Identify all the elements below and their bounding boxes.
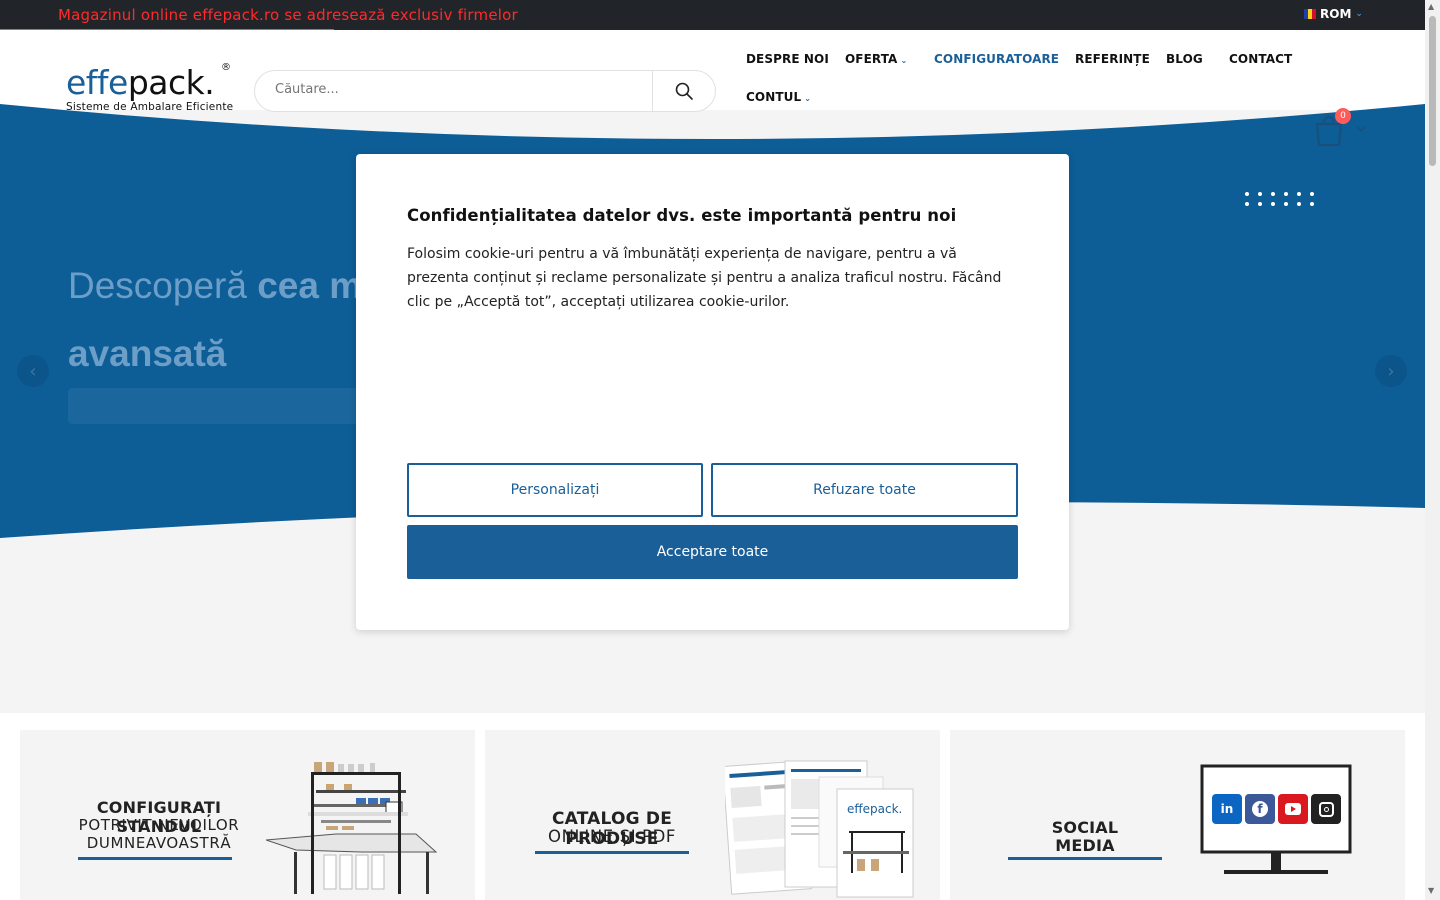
language-label: ROM [1320, 7, 1352, 21]
page-scrollbar[interactable]: ▲ ▼ [1425, 0, 1440, 900]
youtube-icon[interactable] [1278, 794, 1308, 824]
search-icon [675, 82, 693, 100]
scroll-down-arrow-icon[interactable]: ▼ [1428, 886, 1434, 895]
nav-item-oferta[interactable]: OFERTA ⌄ [845, 52, 907, 66]
social-card-title: SOCIAL [1051, 818, 1119, 837]
scrollbar-thumb[interactable] [1429, 16, 1436, 166]
instagram-icon[interactable] [1311, 794, 1341, 824]
arrow-right-icon: › [1387, 360, 1395, 382]
facebook-icon[interactable]: f [1245, 794, 1275, 824]
slider-prev-button[interactable]: ‹ [17, 355, 49, 387]
catalog-card[interactable]: CATALOG DE PRODUSE ONLINE ȘI PDF effepac… [485, 730, 940, 900]
cookie-consent-dialog: Confidențialitatea datelor dvs. este imp… [356, 154, 1069, 630]
configurator-card[interactable]: CONFIGURAȚI STANDUL POTRIVIT NEVOILOR DU… [20, 730, 475, 900]
nav-item-configuratoare[interactable]: CONFIGURATOARE [934, 52, 1059, 66]
nav-item-contul[interactable]: CONTUL ⌄ [746, 90, 811, 104]
accept-all-cookies-button[interactable]: Acceptare toate [407, 525, 1018, 579]
announcement-text: Magazinul online effepack.ro se adreseaz… [58, 6, 518, 24]
nav-item-despre-noi[interactable]: DESPRE NOI [746, 52, 829, 66]
customize-cookies-button[interactable]: Personalizați [407, 463, 703, 517]
logo-tagline: Sisteme de Ambalare Eficiente [66, 101, 234, 113]
hero-headline: Descoperă cea ma avansată [68, 265, 383, 374]
catalog-card-underline [535, 851, 689, 854]
chevron-down-icon: ⌄ [804, 94, 812, 103]
social-card-underline [1008, 857, 1162, 860]
decorative-dots [1245, 192, 1323, 206]
romania-flag-icon [1304, 9, 1316, 19]
nav-item-blog[interactable]: BLOG [1166, 52, 1203, 66]
scroll-up-arrow-icon[interactable]: ▲ [1428, 2, 1434, 11]
language-selector[interactable]: ROM ⌄ [1304, 7, 1363, 21]
nav-item-referinte[interactable]: REFERINȚE [1075, 52, 1150, 66]
nav-item-contact[interactable]: CONTACT [1229, 52, 1292, 66]
catalog-card-subtitle: ONLINE ȘI PDF [548, 827, 676, 846]
chevron-down-icon: ⌄ [900, 56, 908, 65]
reject-all-cookies-button[interactable]: Refuzare toate [711, 463, 1018, 517]
catalog-illustration: effepack. [725, 760, 914, 898]
configurator-card-line2: POTRIVIT NEVOILOR [78, 816, 240, 834]
arrow-left-icon: ‹ [29, 360, 37, 382]
cart-button[interactable]: 0 [1314, 108, 1374, 148]
cookie-dialog-title: Confidențialitatea datelor dvs. este imp… [407, 206, 957, 225]
social-card-title-line2: MEDIA [1055, 836, 1115, 855]
cookie-dialog-text: Folosim cookie-uri pentru a vă îmbunătăț… [407, 246, 1002, 310]
hero-cta-button[interactable] [68, 388, 368, 424]
configurator-card-underline [78, 857, 232, 860]
site-logo[interactable]: effepack. ® Sisteme de Ambalare Eficient… [66, 62, 234, 113]
configurator-card-line3: DUMNEAVOASTRĂ [86, 834, 232, 852]
search-input[interactable] [275, 82, 635, 97]
cart-count-badge: 0 [1335, 108, 1351, 124]
registered-mark: ® [221, 62, 231, 73]
slider-next-button[interactable]: › [1375, 355, 1407, 387]
chevron-down-icon: ⌄ [1355, 9, 1363, 19]
linkedin-icon[interactable]: in [1212, 794, 1242, 824]
search-bar [254, 70, 716, 112]
announcement-bar: Magazinul online effepack.ro se adreseaz… [0, 0, 1425, 31]
svg-text:effepack.: effepack. [847, 802, 902, 816]
workstation-illustration [266, 762, 438, 894]
search-button[interactable] [653, 71, 715, 111]
social-media-card[interactable]: SOCIAL MEDIA in f [950, 730, 1405, 900]
